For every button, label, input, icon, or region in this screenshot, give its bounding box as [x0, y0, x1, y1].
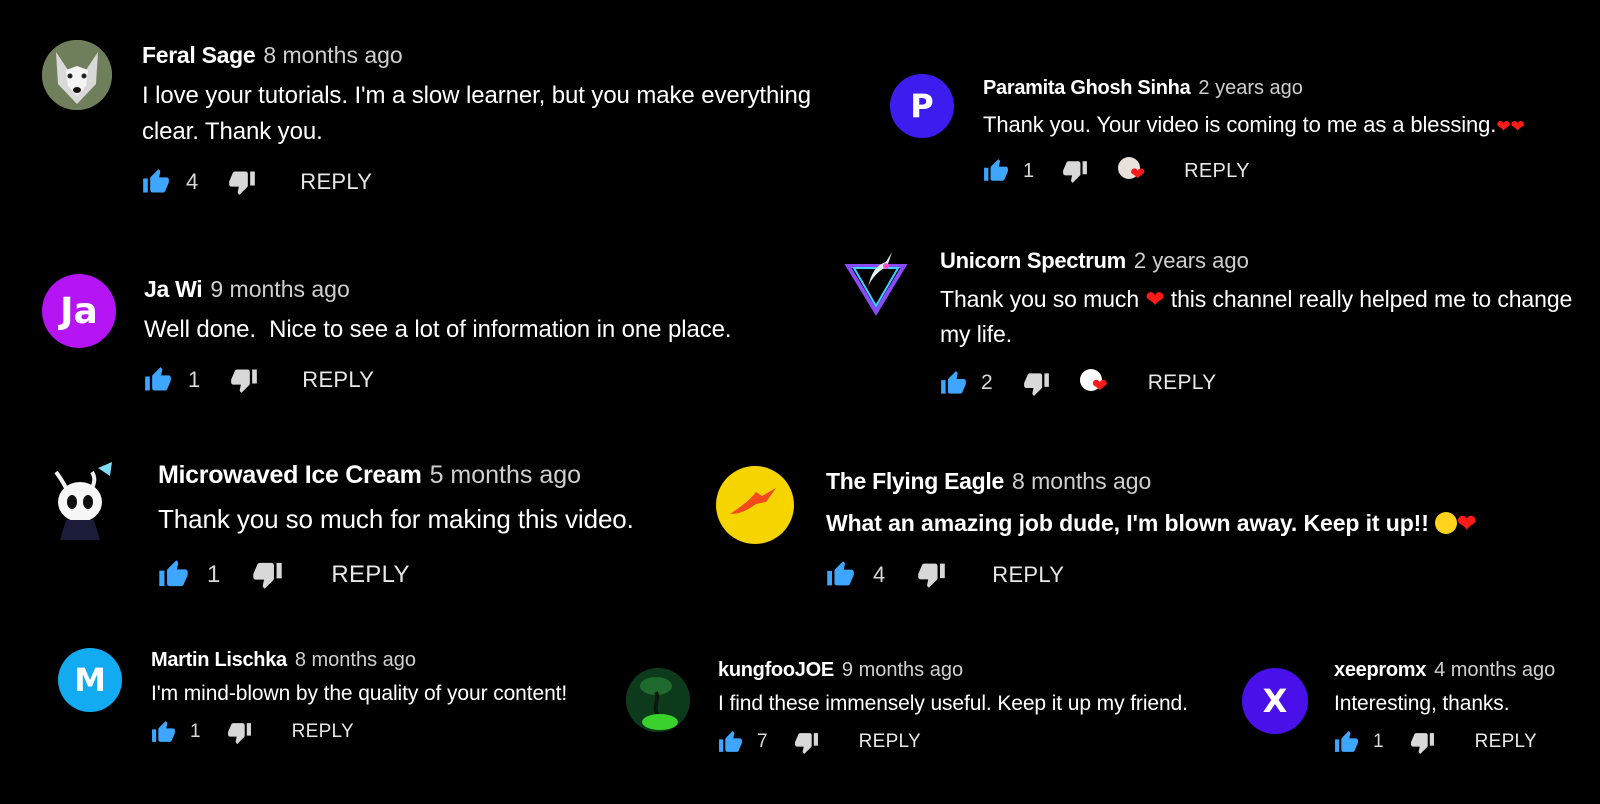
smiley-heart-eyes-icon	[1435, 511, 1458, 534]
avatar-letter: P	[910, 87, 934, 125]
thumbs-down-icon[interactable]	[227, 720, 252, 745]
timestamp[interactable]: 8 months ago	[295, 649, 416, 671]
reply-button[interactable]: REPLY	[302, 367, 374, 393]
timestamp[interactable]: 8 months ago	[1012, 468, 1151, 494]
thumbs-down-icon[interactable]	[230, 366, 258, 394]
comment-text: I love your tutorials. I'm a slow learne…	[142, 81, 811, 145]
comment-text: I'm mind-blown by the quality of your co…	[151, 682, 568, 705]
thumbs-up-icon[interactable]	[151, 720, 176, 745]
reply-button[interactable]: REPLY	[1184, 160, 1250, 183]
author-name[interactable]: Paramita Ghosh Sinha	[983, 77, 1191, 99]
thumbs-down-icon[interactable]	[228, 168, 256, 196]
like-count: 1	[1023, 159, 1035, 182]
thumbs-up-icon[interactable]	[144, 366, 172, 394]
timestamp[interactable]: 4 months ago	[1434, 659, 1555, 681]
reply-button[interactable]: REPLY	[331, 561, 409, 589]
avatar[interactable]: Ja	[42, 274, 116, 348]
thumbs-down-icon[interactable]	[1023, 370, 1050, 397]
thumbs-down-icon[interactable]	[794, 730, 819, 755]
avatar[interactable]: P	[890, 74, 954, 138]
thumbs-up-icon[interactable]	[158, 559, 189, 590]
thumbs-up-icon[interactable]	[1334, 730, 1359, 755]
thumbs-up-icon[interactable]	[826, 560, 855, 589]
unicorn-logo-icon	[844, 252, 908, 316]
like-count: 1	[1373, 731, 1384, 752]
reply-button[interactable]: REPLY	[300, 169, 372, 195]
heart-emoji-icon: ❤	[1145, 286, 1165, 313]
comment-text-wrap: What an amazing job dude, I'm blown away…	[826, 506, 1566, 541]
eagle-logo-icon	[730, 488, 776, 514]
thumbs-down-icon[interactable]	[1062, 158, 1088, 184]
reply-button[interactable]: REPLY	[859, 731, 921, 753]
comment-text: Interesting, thanks.	[1334, 692, 1510, 715]
thumbs-up-icon[interactable]	[940, 370, 967, 397]
avatar-letter: X	[1262, 682, 1288, 720]
avatar[interactable]	[42, 40, 112, 110]
like-count: 1	[188, 366, 201, 392]
author-name[interactable]: xeepromx	[1334, 659, 1426, 681]
reply-button[interactable]: REPLY	[1148, 371, 1217, 395]
comment-text-wrap: Thank you so much ❤ this channel really …	[940, 282, 1580, 351]
reply-button[interactable]: REPLY	[1475, 731, 1537, 753]
avatar-letter: M	[74, 661, 106, 699]
like-count: 1	[207, 560, 221, 588]
creator-heart-badge: ❤	[1079, 369, 1112, 398]
timestamp[interactable]: 2 years ago	[1134, 248, 1249, 273]
thumbs-up-icon[interactable]	[983, 158, 1009, 184]
author-name[interactable]: Unicorn Spectrum	[940, 248, 1126, 273]
avatar[interactable]	[48, 458, 126, 542]
avatar[interactable]: M	[58, 648, 122, 712]
timestamp[interactable]: 9 months ago	[210, 276, 349, 302]
timestamp[interactable]: 9 months ago	[842, 659, 963, 681]
heart-icon: ❤	[1091, 376, 1108, 398]
comment-text: I find these immensely useful. Keep it u…	[718, 692, 1188, 715]
avatar[interactable]: X	[1242, 668, 1308, 734]
avatar[interactable]	[626, 668, 690, 732]
heart-emoji-icon: ❤	[1457, 509, 1477, 536]
like-count: 7	[757, 731, 768, 752]
avatar[interactable]	[716, 466, 794, 544]
author-name[interactable]: Martin Lischka	[151, 649, 287, 671]
comment-text: What an amazing job dude, I'm blown away…	[826, 509, 1429, 536]
author-name[interactable]: kungfooJOE	[718, 659, 834, 681]
thumbs-up-icon[interactable]	[142, 168, 170, 196]
knight-character-icon	[54, 462, 112, 540]
like-count: 2	[981, 371, 993, 395]
like-count: 4	[186, 168, 199, 194]
bonsai-tree-icon	[626, 668, 690, 732]
comment-text: Well done. Nice to see a lot of informat…	[144, 315, 732, 343]
avatar-letter: Ja	[60, 290, 98, 332]
timestamp[interactable]: 2 years ago	[1198, 77, 1303, 99]
reply-button[interactable]: REPLY	[992, 562, 1064, 588]
thumbs-down-icon[interactable]	[1410, 730, 1435, 755]
timestamp[interactable]: 8 months ago	[263, 42, 402, 68]
comment-text: Thank you so much for making this video.	[158, 504, 634, 534]
wolf-avatar-icon	[42, 40, 112, 110]
reply-button[interactable]: REPLY	[292, 721, 354, 743]
thumbs-down-icon[interactable]	[917, 560, 946, 589]
heart-icon: ❤	[1130, 164, 1146, 184]
avatar[interactable]	[844, 246, 908, 316]
author-name[interactable]: The Flying Eagle	[826, 468, 1004, 494]
comment-text-wrap: Thank you. Your video is coming to me as…	[983, 108, 1583, 141]
hearts-emoji-icon: ❤❤	[1496, 117, 1525, 136]
thumbs-up-icon[interactable]	[718, 730, 743, 755]
thumbs-down-icon[interactable]	[252, 559, 283, 590]
like-count: 1	[190, 721, 201, 742]
comment-text: Thank you. Your video is coming to me as…	[983, 112, 1497, 137]
timestamp[interactable]: 5 months ago	[430, 461, 582, 489]
comment-text: Thank you so much	[940, 286, 1140, 313]
creator-heart-badge: ❤	[1118, 157, 1148, 185]
author-name[interactable]: Feral Sage	[142, 42, 256, 68]
author-name[interactable]: Microwaved Ice Cream	[158, 461, 422, 489]
like-count: 4	[873, 561, 886, 587]
author-name[interactable]: Ja Wi	[144, 276, 203, 302]
